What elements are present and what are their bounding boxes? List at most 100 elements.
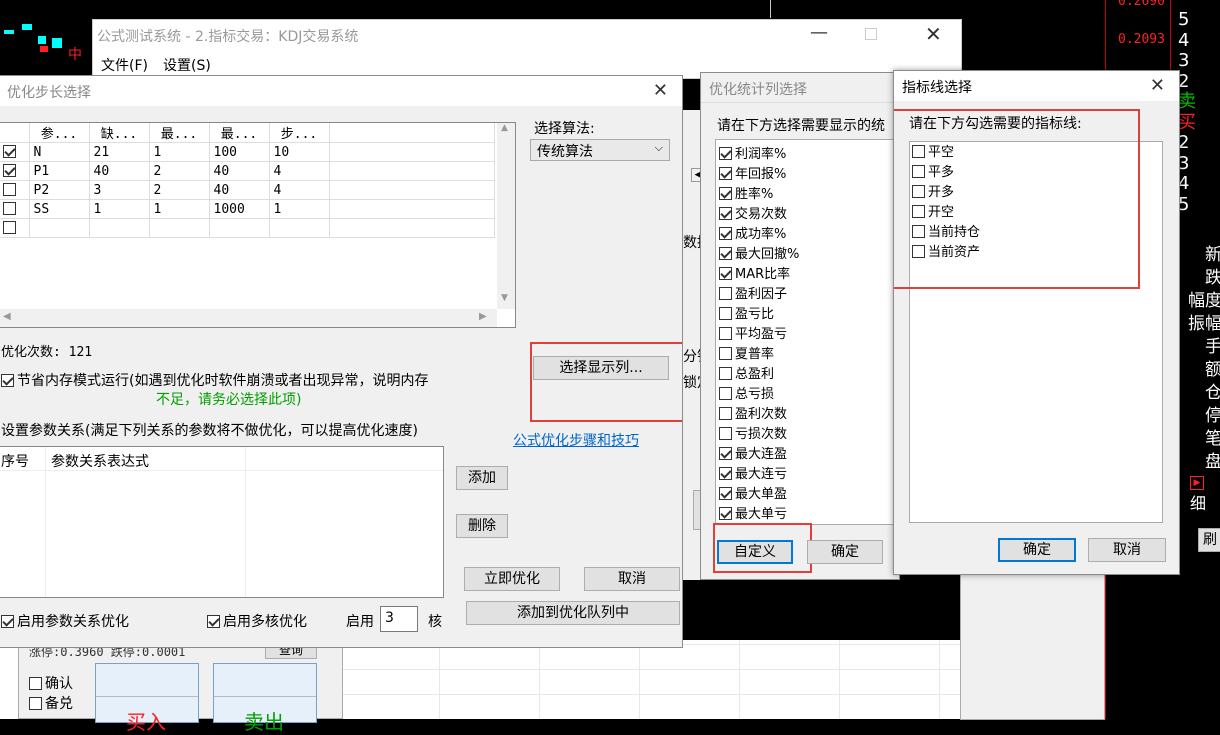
indicator-cancel-button[interactable]: 取消 [1088, 538, 1166, 562]
param-table[interactable]: 参... 缺... 最... 最... 步... N 21 1 100 10 P1 40 2… [0, 122, 516, 328]
stats-ok-button[interactable]: 确定 [807, 540, 883, 564]
stats-list-item[interactable]: 胜率% [719, 185, 896, 205]
stats-list-item[interactable]: 盈亏比 [719, 305, 896, 325]
list-checkbox[interactable] [719, 347, 732, 360]
row-checkbox[interactable] [3, 144, 16, 158]
list-checkbox[interactable] [719, 367, 732, 380]
stats-list-item[interactable]: 夏普率 [719, 345, 896, 365]
rel-col-expr[interactable]: 参数关系表达式 [51, 451, 149, 471]
list-checkbox[interactable] [719, 167, 732, 180]
stats-list-item[interactable]: 总盈利 [719, 365, 896, 385]
menu-file[interactable]: 文件(F) [101, 55, 148, 75]
table-row[interactable]: P1 40 2 40 4 [0, 161, 495, 181]
buy-button[interactable]: 买入 [95, 663, 199, 734]
maximize-icon[interactable] [865, 28, 877, 40]
col-max[interactable]: 最... [209, 123, 270, 143]
memory-mode-check[interactable]: 节省内存模式运行(如遇到优化时软件崩溃或者出现异常，说明内存 [1, 370, 428, 390]
scroll-up-icon[interactable]: ▲ [501, 123, 508, 133]
indicator-close-icon[interactable]: ✕ [1150, 75, 1165, 96]
chevron-down-icon: ⌵ [654, 141, 663, 154]
enable-multicore-check[interactable]: 启用多核优化 [207, 611, 307, 631]
table-row[interactable]: P2 3 2 40 4 [0, 180, 495, 200]
stats-list-item[interactable]: 成功率% [719, 225, 896, 245]
refresh-button[interactable]: 刷 [1198, 528, 1220, 552]
list-checkbox[interactable] [719, 227, 732, 240]
enable-relation-check[interactable]: 启用参数关系优化 [1, 611, 129, 631]
cores-input[interactable]: 3 [380, 606, 418, 632]
list-checkbox[interactable] [719, 447, 732, 460]
stats-list-item[interactable]: 利润率% [719, 145, 896, 165]
list-checkbox[interactable] [719, 327, 732, 340]
confirm-check[interactable]: 确认 [29, 673, 73, 693]
list-item-label: 盈亏比 [735, 307, 775, 322]
stats-list[interactable]: 利润率% 年回报% 胜率% 交易次数成功率% 最大回撤% MAR比率 盈利因子盈亏比平均盈亏… [715, 139, 897, 525]
add-queue-button[interactable]: 添加到优化队列中 [466, 601, 680, 625]
list-item-label: 夏普率 [735, 347, 775, 362]
stats-list-item[interactable]: 盈利次数 [719, 405, 896, 425]
sell-button[interactable]: 卖出 [213, 663, 317, 734]
row-checkbox[interactable] [3, 182, 16, 196]
scroll-left-icon[interactable]: ◀ [3, 311, 11, 322]
list-checkbox[interactable] [719, 207, 732, 220]
list-checkbox[interactable] [719, 187, 732, 200]
list-checkbox[interactable] [719, 487, 732, 500]
backup-check[interactable]: 备兑 [29, 693, 73, 713]
list-checkbox[interactable] [719, 387, 732, 400]
tips-link[interactable]: 公式优化步骤和技巧 [513, 430, 639, 450]
horizontal-scrollbar[interactable]: ◀ ▶ [0, 309, 497, 327]
stats-list-item[interactable]: 最大回撤% [719, 245, 896, 265]
row-checkbox[interactable] [3, 163, 16, 177]
stats-list-item[interactable]: 交易次数 [719, 205, 896, 225]
row-checkbox[interactable] [3, 201, 16, 215]
memory-warning: 不足，请务必选择此项) [156, 392, 302, 408]
close-icon[interactable]: ✕ [925, 22, 942, 46]
col-default[interactable]: 缺... [89, 123, 150, 143]
table-row[interactable]: N 21 1 100 10 [0, 142, 495, 162]
menu-settings[interactable]: 设置(S) [163, 55, 211, 75]
quote-digits: 5432 卖买 2345 [1178, 9, 1196, 215]
list-checkbox[interactable] [719, 267, 732, 280]
list-checkbox[interactable] [719, 467, 732, 480]
list-item-label: 平均盈亏 [735, 327, 788, 342]
stats-list-item[interactable]: 最大单盈 [719, 485, 896, 505]
list-checkbox[interactable] [719, 407, 732, 420]
stats-list-item[interactable]: 平均盈亏 [719, 325, 896, 345]
delete-button[interactable]: 删除 [456, 514, 508, 538]
relation-table[interactable]: 序号 参数关系表达式 [0, 446, 444, 598]
list-checkbox[interactable] [719, 507, 732, 520]
col-step[interactable]: 步... [269, 123, 330, 143]
indicator-ok-button[interactable]: 确定 [998, 538, 1076, 562]
cancel-button[interactable]: 取消 [584, 567, 680, 591]
list-checkbox[interactable] [719, 147, 732, 160]
list-checkbox[interactable] [719, 247, 732, 260]
stats-list-item[interactable]: MAR比率 [719, 265, 896, 285]
list-item-label: 最大单亏 [735, 507, 788, 522]
stats-list-item[interactable]: 亏损次数 [719, 425, 896, 445]
scroll-right-icon[interactable]: ▶ [479, 311, 487, 322]
stats-list-item[interactable]: 盈利因子 [719, 285, 896, 305]
quote-labels: 新跌幅度 振幅手额仓停笔盘 [1188, 245, 1220, 472]
list-checkbox[interactable] [719, 307, 732, 320]
stats-list-item[interactable]: 最大连亏 [719, 465, 896, 485]
stats-list-item[interactable]: 最大连盈 [719, 445, 896, 465]
list-checkbox[interactable] [719, 427, 732, 440]
minimize-icon[interactable]: — [810, 22, 828, 43]
stats-list-item[interactable]: 总亏损 [719, 385, 896, 405]
list-item-label: 成功率% [735, 227, 787, 242]
add-button[interactable]: 添加 [456, 466, 508, 490]
table-row[interactable] [0, 218, 495, 238]
stats-list-item[interactable]: 年回报% [719, 165, 896, 185]
rel-col-index[interactable]: 序号 [1, 451, 29, 471]
scroll-down-icon[interactable]: ▼ [501, 293, 508, 303]
optimize-button[interactable]: 立即优化 [464, 567, 560, 591]
vertical-scrollbar[interactable]: ▲ ▼ [497, 123, 515, 309]
step-dialog-close-icon[interactable]: ✕ [653, 80, 668, 101]
col-min[interactable]: 最... [149, 123, 210, 143]
row-checkbox[interactable] [3, 220, 16, 234]
detail-toggle[interactable]: ▶ 细 [1190, 470, 1220, 513]
list-checkbox[interactable] [719, 287, 732, 300]
stats-list-item[interactable]: 最大单亏 [719, 505, 896, 525]
col-param[interactable]: 参... [29, 123, 90, 143]
algo-select[interactable]: 传统算法 ⌵ [530, 139, 670, 161]
table-row[interactable]: SS 1 1 1000 1 [0, 199, 495, 219]
